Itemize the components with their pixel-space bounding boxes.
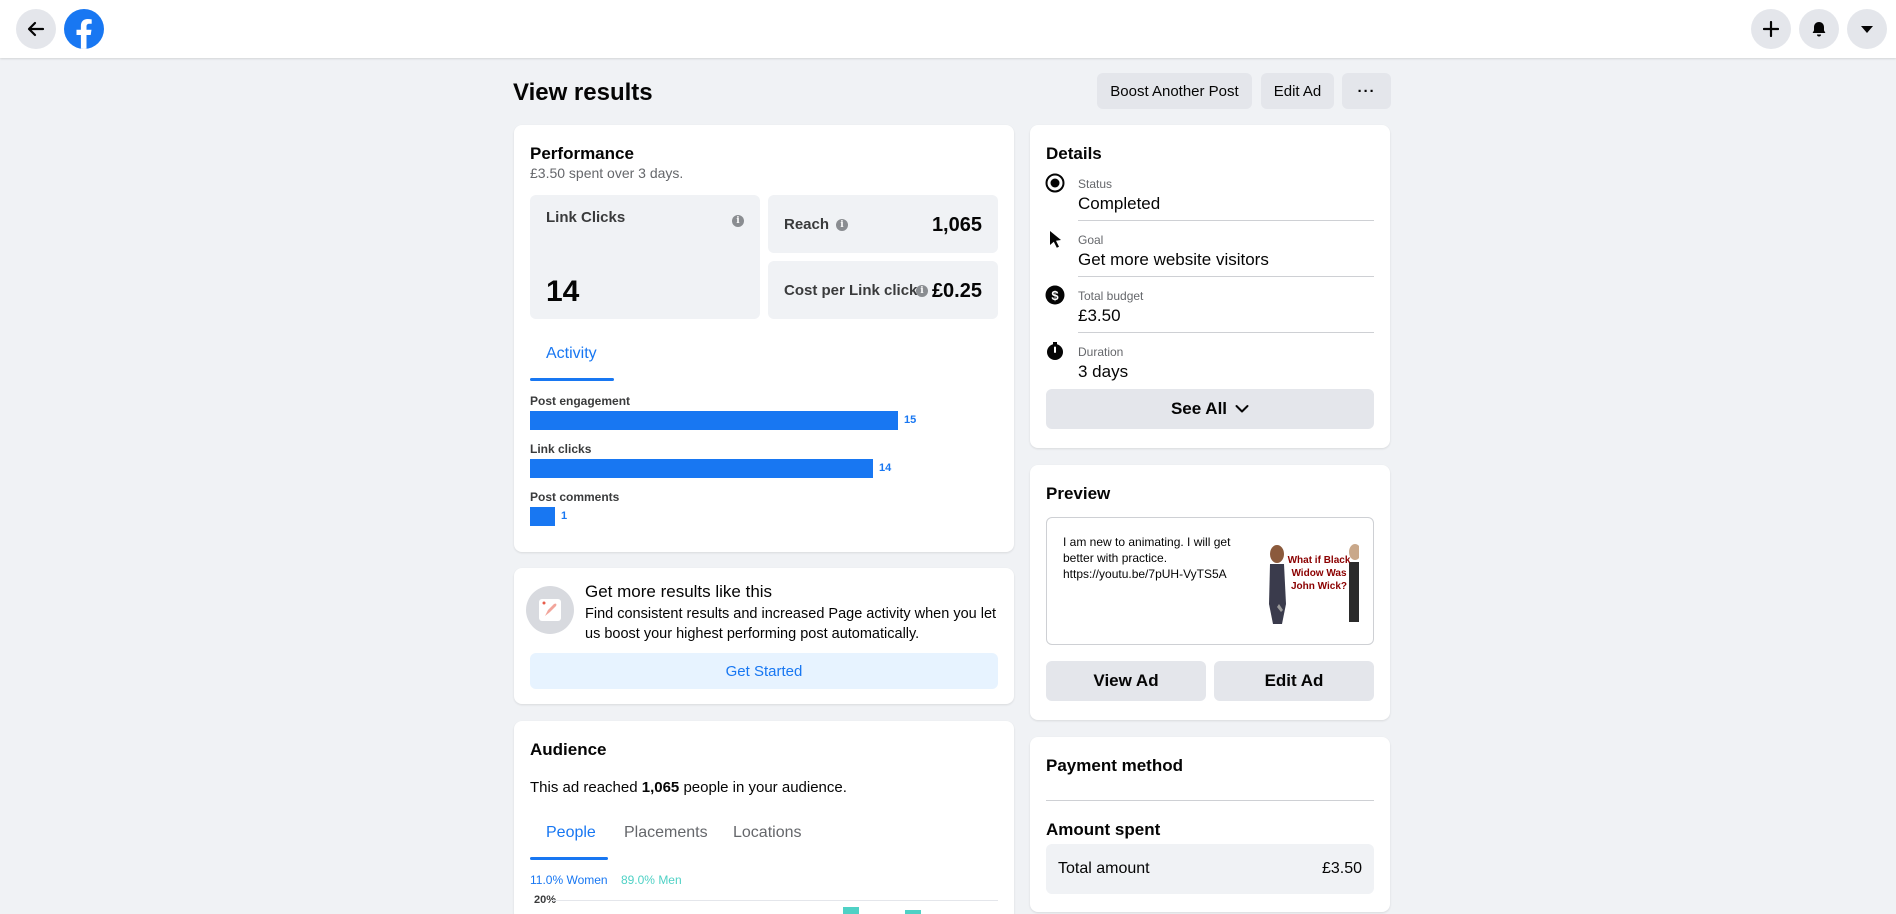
cost-per-link-click-label: Cost per Link click [784,282,918,299]
tab-placements[interactable]: Placements [624,824,708,842]
ad-preview[interactable]: I am new to animating. I will get better… [1046,517,1374,645]
payment-card: Payment method Amount spent Total amount… [1030,737,1390,912]
view-ad-button[interactable]: View Ad [1046,661,1206,701]
reached-count: 1,065 [641,779,680,796]
facebook-logo-icon [76,19,92,49]
tab-underline [530,857,608,860]
amount-spent-title: Amount spent [1046,820,1161,839]
notifications-button[interactable] [1799,9,1839,49]
svg-text:$: $ [1051,288,1059,303]
duration-value: 3 days [1078,362,1129,381]
cursor-icon [1045,229,1065,249]
divider [1046,800,1374,801]
top-bar [0,0,1896,58]
duration-label: Duration [1078,345,1124,359]
account-button[interactable] [1847,9,1887,49]
audience-reached-text: This ad reached 1,065 people in your aud… [530,779,847,796]
cost-per-link-click-value: £0.25 [931,280,982,302]
edit-ad-button[interactable]: Edit Ad [1214,661,1374,701]
stopwatch-icon [1045,341,1065,361]
preview-text: I am new to animating. I will get better… [1063,535,1231,581]
details-title: Details [1046,144,1102,163]
goal-label: Goal [1078,233,1104,247]
facebook-logo[interactable] [64,9,104,49]
women-legend: 11.0% Women 89.0% Men [530,873,682,887]
get-started-button[interactable]: Get Started [530,653,998,689]
promo-title: Get more results like this [585,582,773,601]
link-clicks-value: 14 [546,275,580,308]
info-icon[interactable]: i [732,215,744,227]
info-icon[interactable]: i [916,285,928,297]
reached-prefix: This ad reached [530,779,642,796]
activity-bar [530,507,555,526]
rocket-icon [526,586,574,634]
tab-people[interactable]: People [546,824,596,842]
details-card: Details Status Completed Goal Get more w… [1030,125,1390,448]
reach-label: Reach [784,216,830,233]
performance-card: Performance £3.50 spent over 3 days. Lin… [514,125,1014,552]
budget-label: Total budget [1078,289,1144,303]
see-all-button[interactable]: See All [1046,389,1374,429]
plus-icon [1763,21,1779,37]
women-legend-label: 11.0% Women [530,873,608,887]
activity-bar [530,459,873,478]
audience-card: Audience This ad reached 1,065 people in… [514,721,1014,914]
back-button[interactable] [16,9,56,49]
more-options-button[interactable]: ··· [1342,73,1391,109]
gridline [552,900,998,901]
divider [1078,332,1374,333]
create-button[interactable] [1751,9,1791,49]
link-clicks-metric: Link Clicks i 14 [530,195,760,319]
promo-card: Get more results like this Find consiste… [514,568,1014,704]
cost-per-link-click-metric: Cost per Link click i £0.25 [768,261,998,319]
link-clicks-label: Link Clicks [546,209,626,226]
goal-value: Get more website visitors [1078,250,1269,269]
chevron-down-icon [1235,405,1249,413]
activity-bar-value: 1 [561,510,568,522]
men-bar [843,907,859,914]
status-label: Status [1078,177,1113,191]
preview-card: Preview I am new to animating. I will ge… [1030,465,1390,720]
thumbnail-text: What if Black Widow Was John Wick? [1287,555,1351,592]
reached-suffix: people in your audience. [679,779,847,796]
promo-body: Find consistent results and increased Pa… [585,606,997,642]
audience-title: Audience [530,740,607,759]
payment-title: Payment method [1046,756,1183,775]
reach-value: 1,065 [931,214,982,236]
performance-title: Performance [530,144,634,163]
activity-bar-value: 15 [904,414,917,426]
activity-bar-value: 14 [879,462,892,474]
reach-metric: Reach i 1,065 [768,195,998,253]
total-amount-value: £3.50 [1321,860,1362,877]
info-icon[interactable]: i [836,219,848,231]
bell-icon [1812,22,1826,37]
activity-bar [530,411,898,430]
divider [1078,220,1374,221]
status-value: Completed [1078,194,1161,213]
tab-activity[interactable]: Activity [546,345,597,363]
divider [1078,276,1374,277]
see-all-label: See All [1170,399,1228,418]
preview-title: Preview [1046,484,1111,503]
total-amount-label: Total amount [1058,860,1150,877]
activity-bar-label: Post engagement [530,394,631,408]
total-amount-row: Total amount £3.50 [1046,844,1374,894]
men-bar [905,910,921,914]
activity-bar-label: Post comments [530,490,620,504]
budget-value: £3.50 [1078,306,1121,325]
tab-underline [530,378,614,381]
edit-ad-header-button[interactable]: Edit Ad [1261,73,1334,109]
activity-bar-label: Link clicks [530,442,592,456]
boost-another-post-button[interactable]: Boost Another Post [1097,73,1252,109]
men-legend-label: 89.0% Men [620,873,682,887]
preview-thumbnail: What if Black Widow Was John Wick? [1267,534,1359,630]
dollar-icon: $ [1045,285,1065,305]
page-title: View results [513,79,653,106]
radio-icon [1045,173,1065,193]
caret-down-icon [1861,26,1873,33]
tab-locations[interactable]: Locations [733,824,802,842]
performance-subtitle: £3.50 spent over 3 days. [530,165,684,181]
arrow-left-icon [27,21,45,37]
